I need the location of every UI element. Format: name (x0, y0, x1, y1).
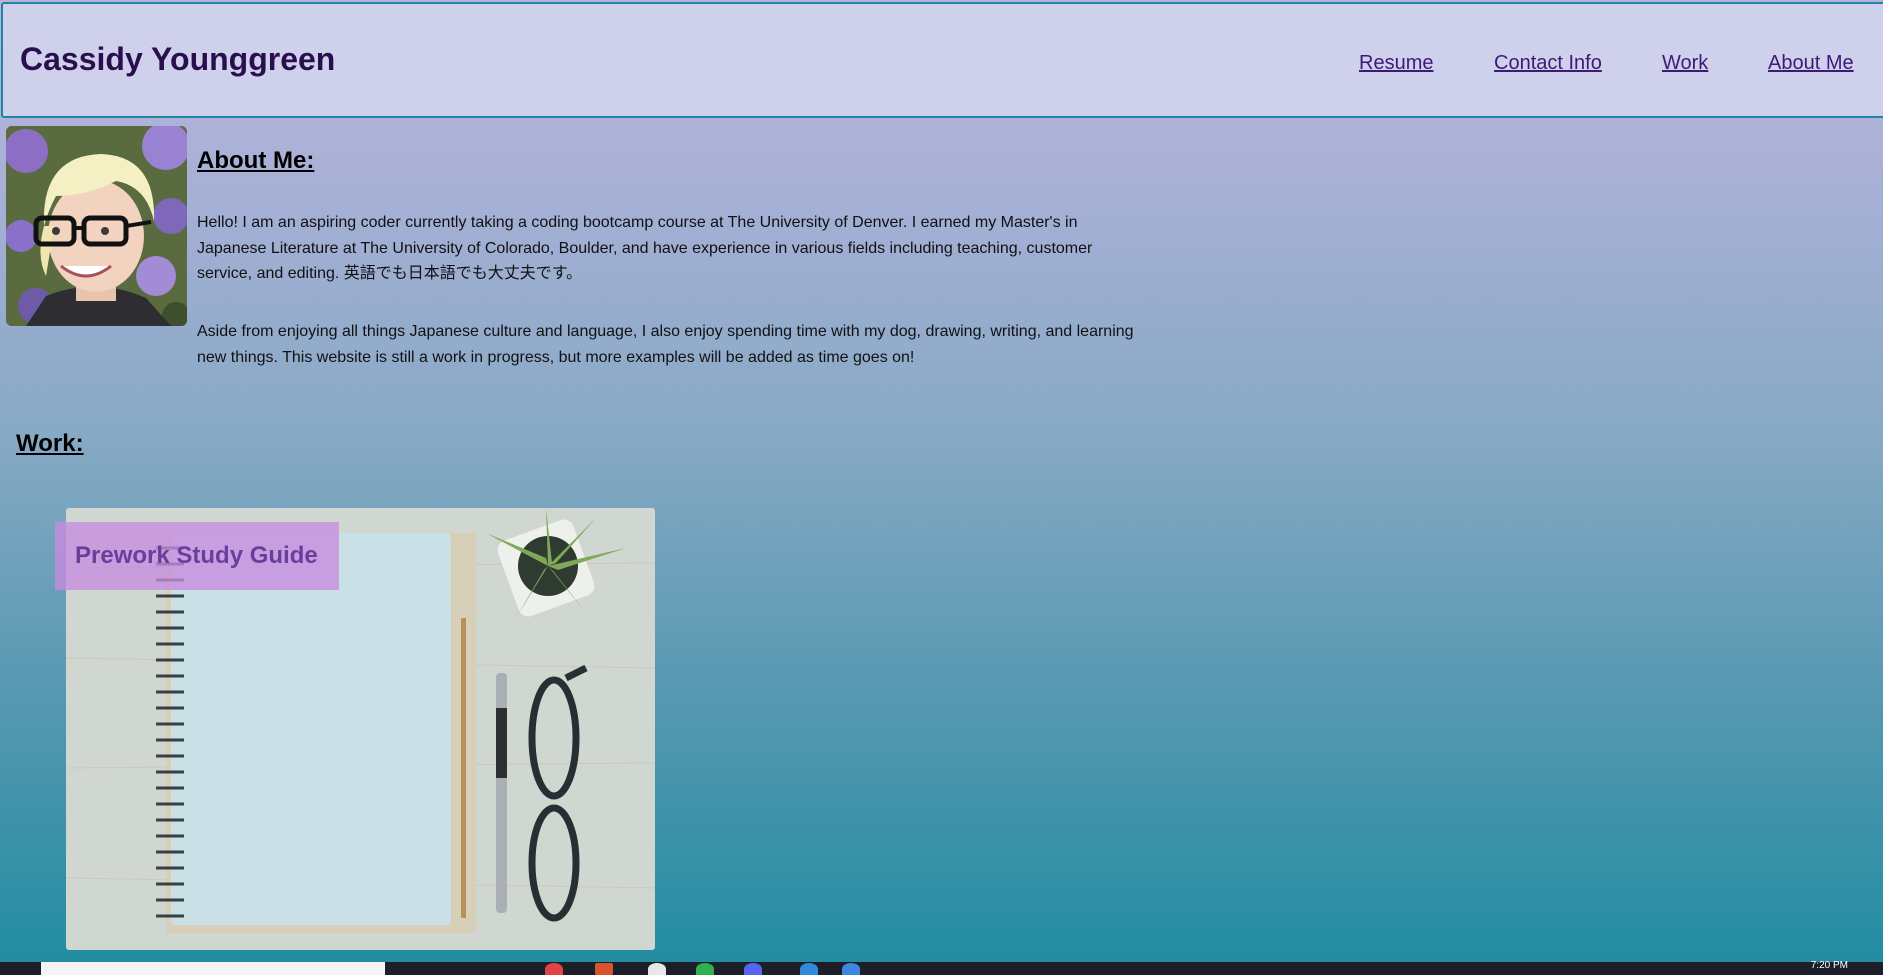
spotify-icon[interactable] (696, 963, 714, 975)
vscode-icon[interactable] (800, 963, 818, 975)
nav-link-about-me[interactable]: About Me (1768, 52, 1854, 75)
about-paragraph-2: Aside from enjoying all things Japanese … (197, 323, 1134, 366)
nav-link-contact-info[interactable]: Contact Info (1494, 52, 1602, 75)
work-heading: Work: (16, 430, 84, 457)
site-header: Cassidy Younggreen Resume Contact Info W… (1, 2, 1883, 118)
about-heading: About Me: (197, 147, 315, 174)
office-icon[interactable] (595, 963, 613, 975)
site-title: Cassidy Younggreen (20, 41, 336, 77)
os-taskbar: 7:20 PM (0, 960, 1883, 975)
chrome-icon[interactable] (545, 963, 563, 975)
taskbar-window-preview[interactable] (41, 962, 385, 975)
discord-icon[interactable] (744, 963, 762, 975)
nav-link-resume[interactable]: Resume (1359, 52, 1433, 75)
circle-app-icon[interactable] (648, 963, 666, 975)
profile-photo (6, 126, 187, 326)
taskbar-clock[interactable]: 7:20 PM (1811, 960, 1848, 971)
profile-photo-illustration (6, 126, 187, 326)
app-icon[interactable] (842, 963, 860, 975)
about-paragraph-1: Hello! I am an aspiring coder currently … (197, 214, 1093, 282)
project-title-label[interactable]: Prework Study Guide (55, 522, 339, 590)
nav-link-work[interactable]: Work (1662, 52, 1708, 75)
